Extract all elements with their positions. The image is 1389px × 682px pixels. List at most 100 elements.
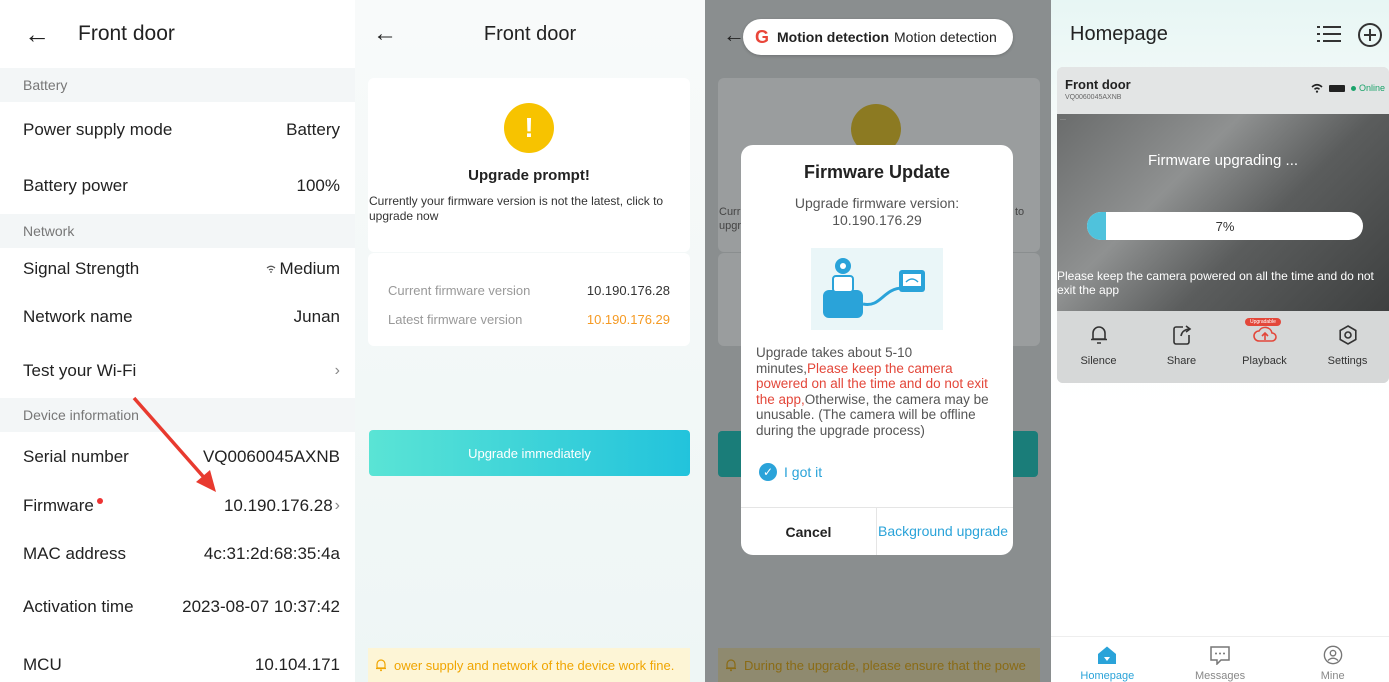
home-icon (1098, 646, 1117, 664)
dialog-footer: Cancel Background upgrade (741, 507, 1013, 555)
firmware-update-dialog: Firmware Update Upgrade firmware version… (741, 145, 1013, 555)
top-bar: Homepage (1051, 0, 1389, 68)
latest-version-row: Latest firmware version 10.190.176.29 (368, 312, 690, 327)
back-arrow-icon[interactable]: ← (24, 19, 64, 50)
firmware-update-dialog-panel: Curr upgr to During the upgrade, please … (705, 0, 1051, 682)
camera-card-header: Front door VQ0060045AXNB Online (1057, 67, 1389, 114)
notice-text: During the upgrade, please ensure that t… (744, 657, 1026, 673)
keep-powered-text: Please keep the camera powered on all th… (1057, 269, 1374, 298)
background-text: to (1015, 206, 1025, 218)
camera-actions: Silence Share Upgradable Playback Settin… (1057, 311, 1389, 383)
current-version-label: Current firmware version (388, 283, 531, 298)
settings-icon (1338, 325, 1357, 345)
action-label: Playback (1242, 355, 1287, 367)
subtitle-line: Upgrade firmware version: (794, 195, 960, 211)
cancel-button[interactable]: Cancel (741, 508, 877, 555)
row-value-wrap: 10.190.176.28 › (224, 496, 340, 516)
row-value: Battery (286, 120, 340, 139)
tab-label: Mine (1320, 670, 1345, 682)
row-label: Battery power (23, 176, 128, 195)
chip-text: Motion detection (894, 29, 997, 45)
add-device-icon[interactable] (1357, 22, 1383, 48)
camera-serial: VQ0060045AXNB (1065, 94, 1122, 101)
row-label: Activation time (23, 597, 134, 616)
background-notice: During the upgrade, please ensure that t… (718, 648, 1040, 682)
prompt-text: Currently your firmware version is not t… (369, 194, 664, 223)
playback-button[interactable]: Upgradable Playback (1223, 311, 1306, 383)
row-value: 2023-08-07 10:37:42 (182, 597, 340, 616)
top-bar: ← Front door (355, 0, 705, 68)
cloud-upload-icon (1252, 326, 1277, 342)
back-arrow-icon[interactable]: ← (373, 20, 397, 48)
row-label: Firmware (23, 496, 94, 515)
tab-label: Messages (1194, 670, 1246, 682)
bell-icon (1090, 326, 1107, 344)
tab-messages[interactable]: Messages (1164, 637, 1277, 682)
back-arrow-icon[interactable]: ← (723, 22, 745, 48)
share-icon (1172, 325, 1191, 345)
row-value-wrap: Medium (266, 259, 340, 279)
row-test-wifi[interactable]: Test your Wi-Fi › (0, 344, 355, 398)
google-icon: G (755, 26, 770, 47)
progress-label: 7% (1215, 219, 1235, 234)
upgrade-prompt-panel: ← Front door ! Upgrade prompt! Currently… (355, 0, 705, 682)
chip-bold-text: Motion detection (777, 29, 890, 45)
background-upgrade-button[interactable]: Background upgrade (877, 508, 1013, 555)
online-dot-icon (1350, 85, 1356, 91)
wifi-icon (1311, 83, 1323, 93)
battery-icon (1328, 84, 1345, 92)
upgrade-immediately-button[interactable]: Upgrade immediately (369, 430, 690, 476)
page-title: Homepage (1070, 22, 1168, 45)
got-it-label: I got it (784, 464, 823, 480)
user-icon (1323, 645, 1342, 665)
chevron-right-icon: › (334, 362, 340, 379)
upgrade-notice-bar: ower supply and network of the device wo… (368, 648, 690, 682)
page-title: Front door (483, 22, 577, 45)
bottom-tab-bar: Homepage Messages Mine (1051, 636, 1389, 682)
row-serial-number: Serial number VQ0060045AXNB (0, 432, 355, 482)
row-mac-address: MAC address 4c:31:2d:68:35:4a (0, 530, 355, 578)
online-label: Online (1358, 83, 1385, 93)
warning-icon: ! (504, 103, 554, 153)
row-activation-time: Activation time 2023-08-07 10:37:42 (0, 578, 355, 636)
latest-version-value: 10.190.176.29 (586, 312, 670, 327)
google-lens-chip[interactable]: G Motion detection Motion detection (743, 19, 1013, 55)
tab-label: Homepage (1080, 670, 1135, 682)
row-network-name: Network name Junan (0, 290, 355, 344)
camera-wifi-illustration-icon (811, 248, 943, 330)
update-dot-icon (96, 498, 103, 504)
notice-text: ower supply and network of the device wo… (394, 657, 675, 673)
prompt-title: Upgrade prompt! (468, 167, 590, 184)
row-label: MAC address (23, 544, 126, 563)
camera-status: Online (1311, 83, 1385, 93)
got-it-checkbox[interactable]: ✓ I got it (759, 463, 822, 481)
upgradable-badge: Upgradable (1245, 318, 1281, 326)
bell-icon (726, 659, 736, 672)
latest-version-label: Latest firmware version (388, 312, 523, 327)
row-label: Test your Wi-Fi (23, 361, 137, 380)
tab-homepage[interactable]: Homepage (1051, 637, 1164, 682)
row-value: 10.104.171 (254, 655, 340, 674)
row-value: 100% (296, 176, 340, 195)
row-firmware[interactable]: Firmware 10.190.176.28 › (0, 482, 355, 530)
silence-button[interactable]: Silence (1057, 311, 1140, 383)
upgrade-progress-bar: 7% (1087, 212, 1363, 240)
upgrade-prompt-card: ! Upgrade prompt! Currently your firmwar… (368, 78, 690, 252)
row-power-supply-mode: Power supply mode Battery (0, 102, 355, 158)
row-value: Junan (293, 307, 340, 326)
row-signal-strength: Signal Strength Medium (0, 248, 355, 290)
row-value: Medium (279, 259, 340, 278)
firmware-upgrading-text: Firmware upgrading ... (1147, 152, 1299, 169)
camera-name: Front door (1065, 77, 1131, 92)
current-version-value: 10.190.176.28 (586, 283, 670, 298)
chevron-right-icon: › (334, 497, 340, 514)
device-settings-panel: ← Front door Battery Power supply mode B… (0, 0, 355, 682)
camera-card[interactable]: Front door VQ0060045AXNB Online ··· Firm… (1057, 67, 1389, 383)
share-button[interactable]: Share (1140, 311, 1223, 383)
current-version-row: Current firmware version 10.190.176.28 (368, 283, 690, 298)
check-icon: ✓ (759, 463, 777, 481)
list-menu-icon[interactable] (1316, 22, 1342, 46)
tab-mine[interactable]: Mine (1276, 637, 1389, 682)
wifi-signal-icon (266, 265, 275, 273)
settings-button[interactable]: Settings (1306, 311, 1389, 383)
